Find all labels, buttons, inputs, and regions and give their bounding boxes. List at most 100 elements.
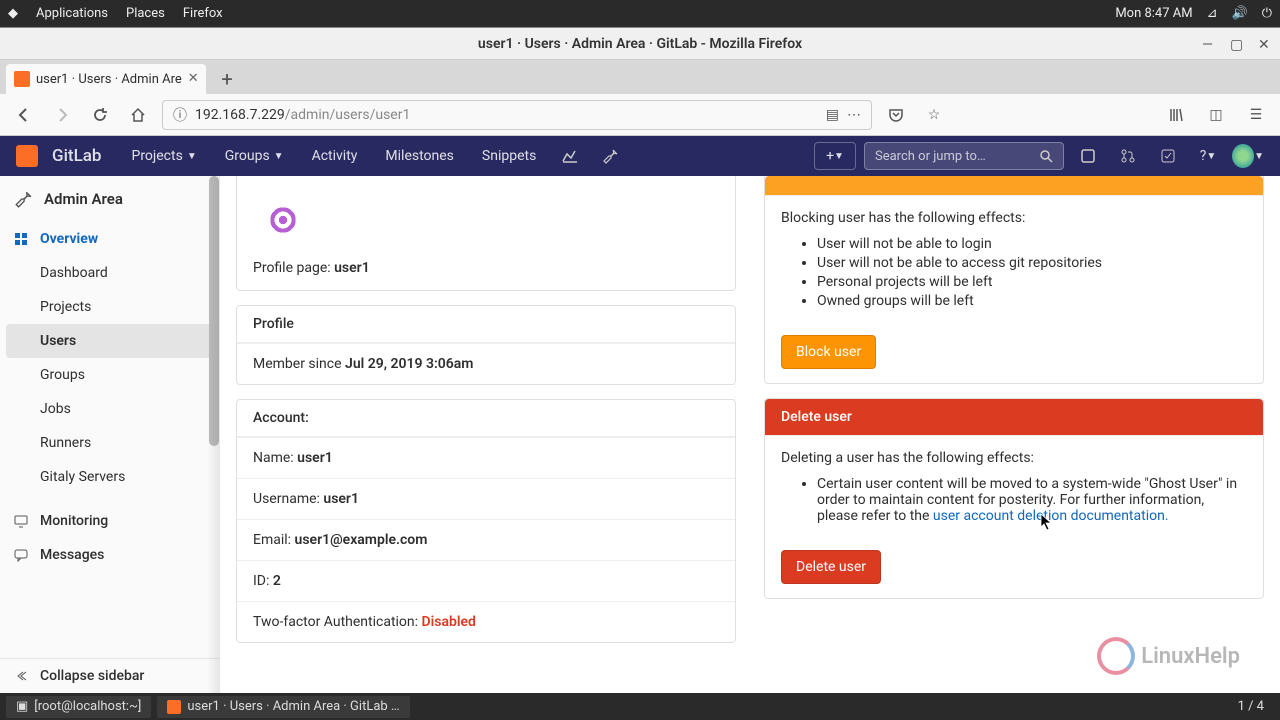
sidebar-item-gitaly[interactable]: Gitaly Servers: [0, 460, 219, 494]
gnome-firefox[interactable]: Firefox: [183, 6, 223, 21]
firefox-toolbar: ⓘ 192.168.7.229/admin/users/user1 ▤ ⋯ ☆ …: [0, 94, 1280, 136]
gitlab-favicon-icon: [14, 71, 30, 87]
username-value: user1: [323, 491, 359, 507]
gnome-clock: Mon 8:47 AM: [1115, 6, 1192, 21]
twofa-value: Disabled: [422, 614, 476, 630]
main-content: Profile page: user1 Profile Member since…: [220, 176, 1280, 693]
delete-user-header: Delete user: [765, 399, 1263, 436]
block-user-header: [765, 176, 1263, 196]
back-button[interactable]: [10, 101, 38, 129]
delete-effects-list: Certain user content will be moved to a …: [817, 476, 1247, 524]
sidebar-item-dashboard[interactable]: Dashboard: [0, 256, 219, 290]
collapse-icon: [14, 669, 28, 683]
nav-milestones[interactable]: Milestones: [375, 136, 464, 176]
gitlab-logo-icon[interactable]: [16, 145, 38, 167]
address-bar[interactable]: ⓘ 192.168.7.229/admin/users/user1 ▤ ⋯: [162, 100, 872, 130]
gitlab-brand[interactable]: GitLab: [52, 146, 101, 166]
todos-icon[interactable]: [1152, 136, 1184, 176]
collapse-sidebar[interactable]: Collapse sidebar: [0, 658, 219, 693]
sidebar-item-monitoring[interactable]: Monitoring: [0, 504, 219, 538]
nav-snippets[interactable]: Snippets: [472, 136, 546, 176]
sidebar-item-groups[interactable]: Groups: [0, 358, 219, 392]
volume-icon[interactable]: 🔊: [1232, 6, 1248, 21]
chevron-down-icon: ▼: [1206, 151, 1216, 162]
new-dropdown[interactable]: + ▼: [814, 142, 856, 170]
sidebar-item-runners[interactable]: Runners: [0, 426, 219, 460]
gnome-applications[interactable]: Applications: [36, 6, 108, 21]
close-button[interactable]: ✕: [1258, 37, 1272, 51]
sidebar-item-projects[interactable]: Projects: [0, 290, 219, 324]
profile-page-label: Profile page:: [253, 260, 334, 276]
email-label: Email:: [253, 532, 295, 548]
name-value: user1: [297, 450, 333, 466]
firefox-menu-icon[interactable]: ☰: [1242, 101, 1270, 129]
taskbar-firefox[interactable]: user1 · Users · Admin Area · GitLab …: [157, 696, 409, 718]
home-button[interactable]: [124, 101, 152, 129]
forward-button[interactable]: [48, 101, 76, 129]
sidebar-item-users[interactable]: Users: [6, 324, 213, 358]
sidebar-icon[interactable]: ◫: [1202, 101, 1230, 129]
chevron-down-icon: ▼: [1254, 151, 1264, 162]
member-since-label: Member since: [253, 356, 345, 372]
tab-close-icon[interactable]: ✕: [188, 71, 204, 87]
global-search[interactable]: Search or jump to…: [864, 142, 1064, 170]
profile-page-link[interactable]: user1: [334, 260, 370, 276]
nav-groups[interactable]: Groups ▼: [215, 136, 294, 176]
workspace-pager[interactable]: 1 / 4: [1228, 699, 1274, 714]
name-label: Name:: [253, 450, 297, 466]
url-text: 192.168.7.229/admin/users/user1: [195, 107, 410, 123]
deletion-doc-link[interactable]: user account deletion documentation.: [933, 508, 1169, 524]
profile-header: Profile: [237, 306, 735, 343]
page-actions-icon[interactable]: ⋯: [847, 107, 861, 123]
block-intro: Blocking user has the following effects:: [781, 210, 1247, 226]
list-item: User will not be able to login: [817, 236, 1247, 252]
help-icon[interactable]: ? ▼: [1192, 136, 1224, 176]
delete-intro: Deleting a user has the following effect…: [781, 450, 1247, 466]
sidebar-title[interactable]: Admin Area: [0, 176, 219, 222]
sidebar-item-overview[interactable]: Overview: [0, 222, 219, 256]
browser-tab[interactable]: user1 · Users · Admin Are ✕: [6, 64, 206, 94]
issues-icon[interactable]: [1072, 136, 1104, 176]
list-item: Owned groups will be left: [817, 293, 1247, 309]
gnome-places[interactable]: Places: [126, 6, 165, 21]
sidebar-scrollbar[interactable]: [209, 176, 219, 446]
sidebar-item-messages[interactable]: Messages: [0, 538, 219, 572]
block-effects-list: User will not be able to login User will…: [817, 236, 1247, 309]
member-since-value: Jul 29, 2019 3:06am: [345, 356, 473, 372]
power-icon[interactable]: ⏻: [1262, 6, 1272, 21]
taskbar-terminal[interactable]: ▣ [root@localhost:~]: [6, 696, 151, 718]
nav-projects[interactable]: Projects ▼: [121, 136, 206, 176]
delete-user-card: Delete user Deleting a user has the foll…: [764, 398, 1264, 599]
id-value: 2: [273, 573, 281, 589]
reload-button[interactable]: [86, 101, 114, 129]
delete-user-button[interactable]: Delete user: [781, 550, 881, 584]
user-menu[interactable]: ▼: [1232, 136, 1264, 176]
email-value[interactable]: user1@example.com: [295, 532, 428, 548]
pocket-icon[interactable]: [882, 101, 910, 129]
message-icon: [14, 548, 28, 562]
new-tab-button[interactable]: +: [212, 64, 242, 94]
maximize-button[interactable]: ▢: [1230, 37, 1244, 51]
block-user-button[interactable]: Block user: [781, 335, 876, 369]
network-icon[interactable]: ⊿: [1207, 6, 1218, 21]
firefox-tabstrip: user1 · Users · Admin Are ✕ +: [0, 60, 1280, 94]
chevron-down-icon: ▼: [274, 151, 284, 162]
library-icon[interactable]: [1162, 101, 1190, 129]
gnome-taskbar: ▣ [root@localhost:~] user1 · Users · Adm…: [0, 693, 1280, 720]
gitlab-header: GitLab Projects ▼ Groups ▼ Activity Mile…: [0, 136, 1280, 176]
bookmark-star-icon[interactable]: ☆: [920, 101, 948, 129]
nav-admin-wrench-icon[interactable]: [594, 136, 626, 176]
minimize-button[interactable]: —: [1202, 37, 1216, 51]
merge-requests-icon[interactable]: [1112, 136, 1144, 176]
site-info-icon[interactable]: ⓘ: [173, 105, 187, 125]
sidebar-item-jobs[interactable]: Jobs: [0, 392, 219, 426]
monitor-icon: [14, 514, 28, 528]
block-user-card: Blocking user has the following effects:…: [764, 176, 1264, 384]
list-item: Certain user content will be moved to a …: [817, 476, 1247, 524]
account-card: Account: Name: user1 Username: user1 Ema…: [236, 399, 736, 643]
nav-ops-icon[interactable]: [554, 136, 586, 176]
nav-activity[interactable]: Activity: [302, 136, 368, 176]
chevron-down-icon: ▼: [187, 151, 197, 162]
wrench-icon: [14, 190, 32, 208]
reader-mode-icon[interactable]: ▤: [826, 107, 839, 123]
